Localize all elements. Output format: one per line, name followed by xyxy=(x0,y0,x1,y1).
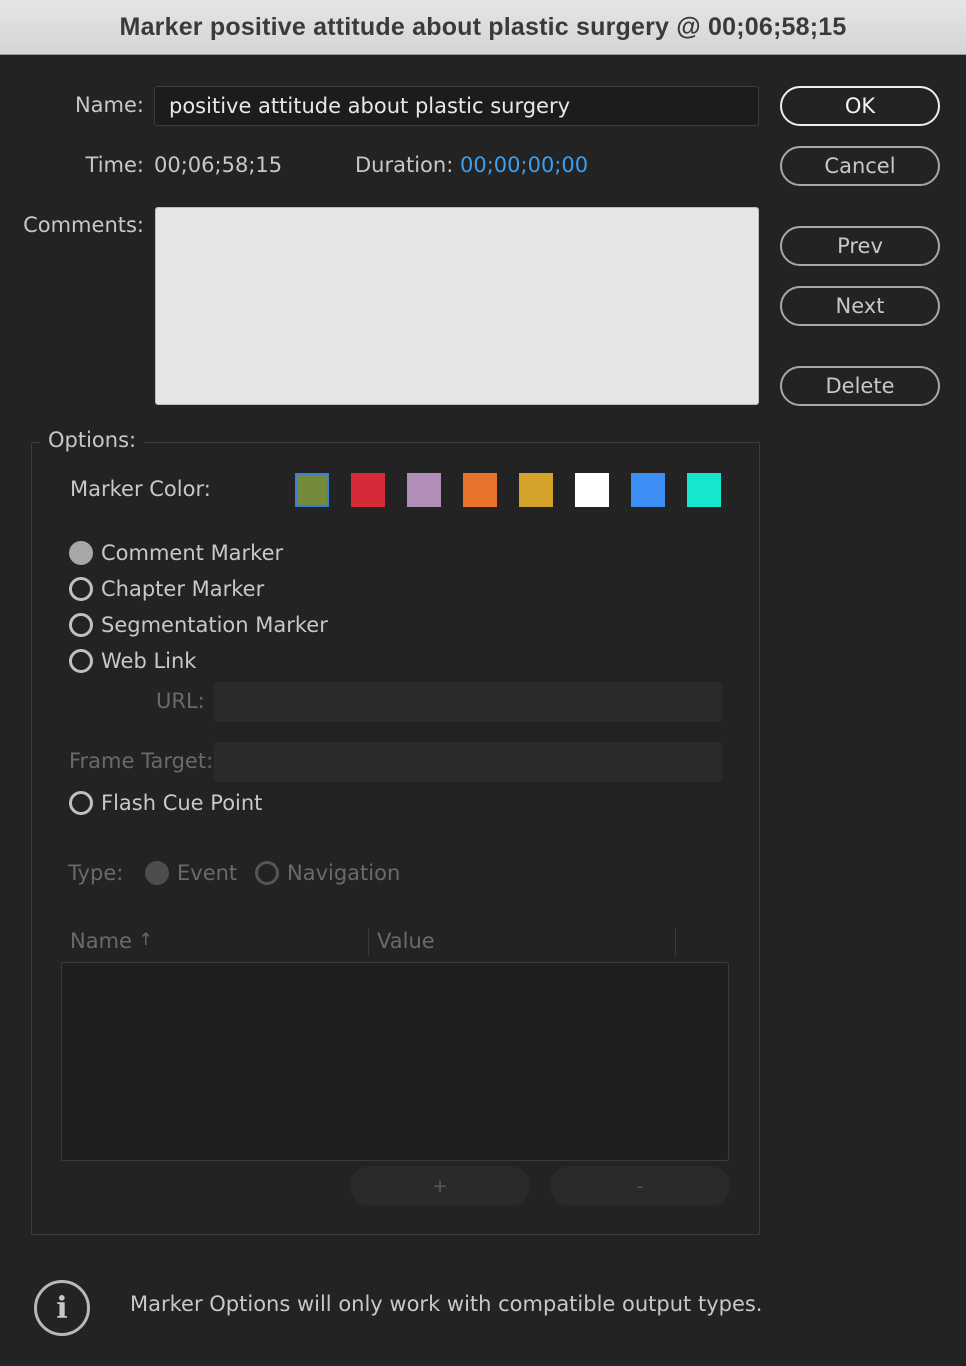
color-swatch-yellow[interactable] xyxy=(519,473,553,507)
radio-type-navigation[interactable]: Navigation xyxy=(255,861,400,885)
info-message: Marker Options will only work with compa… xyxy=(130,1292,763,1316)
remove-row-button[interactable]: - xyxy=(550,1166,730,1206)
color-swatch-orange[interactable] xyxy=(463,473,497,507)
name-field[interactable]: positive attitude about plastic surgery xyxy=(154,86,759,126)
radio-label: Web Link xyxy=(101,649,197,673)
radio-label: Flash Cue Point xyxy=(101,791,263,815)
next-button[interactable]: Next xyxy=(780,286,940,326)
radio-type-event[interactable]: Event xyxy=(145,861,237,885)
marker-color-label: Marker Color: xyxy=(70,477,211,501)
column-header-value[interactable]: Value xyxy=(377,929,435,953)
name-label: Name: xyxy=(74,93,144,117)
radio-icon xyxy=(69,577,93,601)
radio-label: Segmentation Marker xyxy=(101,613,328,637)
radio-flash-cue-point[interactable]: Flash Cue Point xyxy=(69,791,262,815)
radio-label: Chapter Marker xyxy=(101,577,265,601)
column-header-label: Name xyxy=(70,929,132,953)
url-label: URL: xyxy=(156,689,205,713)
prev-button[interactable]: Prev xyxy=(780,226,940,266)
radio-label: Comment Marker xyxy=(101,541,284,565)
ok-button[interactable]: OK xyxy=(780,86,940,126)
time-label: Time: xyxy=(85,153,144,177)
radio-selected-icon xyxy=(69,541,93,565)
info-icon: i xyxy=(34,1280,90,1336)
color-swatch-green[interactable] xyxy=(295,473,329,507)
radio-selected-icon xyxy=(145,861,169,885)
radio-segmentation-marker[interactable]: Segmentation Marker xyxy=(69,613,328,637)
options-legend: Options: xyxy=(40,428,145,452)
column-divider xyxy=(675,928,676,956)
frame-target-label: Frame Target: xyxy=(69,749,214,773)
radio-chapter-marker[interactable]: Chapter Marker xyxy=(69,577,264,601)
add-row-button[interactable]: + xyxy=(350,1166,530,1206)
sort-ascending-icon: ↑ xyxy=(138,930,153,950)
color-swatch-red[interactable] xyxy=(351,473,385,507)
radio-icon xyxy=(69,791,93,815)
delete-button[interactable]: Delete xyxy=(780,366,940,406)
comments-textarea[interactable] xyxy=(155,207,759,405)
comments-label: Comments: xyxy=(23,213,144,237)
radio-web-link[interactable]: Web Link xyxy=(69,649,196,673)
column-header-name[interactable]: Name ↑ xyxy=(70,929,153,953)
radio-comment-marker[interactable]: Comment Marker xyxy=(69,541,283,565)
radio-icon xyxy=(69,613,93,637)
color-swatch-purple[interactable] xyxy=(407,473,441,507)
cancel-button[interactable]: Cancel xyxy=(780,146,940,186)
duration-label: Duration: xyxy=(355,153,454,177)
time-value: 00;06;58;15 xyxy=(154,153,283,177)
radio-label: Event xyxy=(177,861,238,885)
duration-value[interactable]: 00;00;00;00 xyxy=(460,153,588,177)
radio-label: Navigation xyxy=(287,861,401,885)
column-divider xyxy=(368,928,369,956)
frame-target-field[interactable] xyxy=(214,742,722,782)
color-swatch-blue[interactable] xyxy=(631,473,665,507)
cue-point-table[interactable] xyxy=(61,962,729,1161)
radio-icon xyxy=(69,649,93,673)
radio-icon xyxy=(255,861,279,885)
type-label: Type: xyxy=(68,861,124,885)
window-title: Marker positive attitude about plastic s… xyxy=(119,12,847,41)
color-swatch-cyan[interactable] xyxy=(687,473,721,507)
url-field[interactable] xyxy=(214,682,722,722)
color-swatch-white[interactable] xyxy=(575,473,609,507)
window-titlebar: Marker positive attitude about plastic s… xyxy=(0,0,966,55)
